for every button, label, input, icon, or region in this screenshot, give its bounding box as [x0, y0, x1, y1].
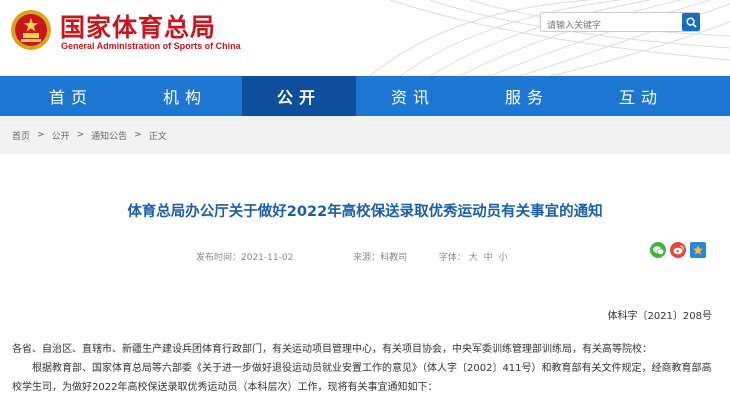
nav-item-services[interactable]: 服务	[470, 76, 584, 116]
breadcrumb: 首页 > 公开 > 通知公告 > 正文	[0, 116, 730, 154]
article-source: 来源：科教司	[353, 253, 408, 263]
search-button[interactable]	[682, 13, 700, 31]
font-size-label: 字体：	[438, 253, 466, 263]
article-meta: 发布时间：2021-11-02 来源：科教司 字体： 大 中 小	[196, 250, 514, 263]
breadcrumb-separator: >	[76, 130, 85, 140]
publish-date: 发布时间：2021-11-02	[196, 253, 294, 263]
site-title[interactable]: 国家体育总局	[60, 8, 216, 44]
breadcrumb-notices[interactable]: 通知公告	[91, 129, 127, 142]
nav-item-interaction[interactable]: 互动	[584, 76, 698, 116]
nav-item-news[interactable]: 资讯	[356, 76, 470, 116]
breadcrumb-public[interactable]: 公开	[52, 129, 70, 142]
font-size-small[interactable]: 小	[499, 253, 508, 263]
breadcrumb-home[interactable]: 首页	[12, 129, 30, 142]
document-number: 体科字〔2021〕208号	[607, 311, 712, 322]
font-size-large[interactable]: 大	[469, 253, 478, 263]
share-bar	[650, 242, 706, 258]
weibo-icon[interactable]	[670, 242, 686, 258]
nav-item-organization[interactable]: 机构	[128, 76, 242, 116]
breadcrumb-current: 正文	[148, 131, 167, 142]
search-box	[540, 12, 700, 35]
wechat-icon[interactable]	[650, 242, 666, 258]
breadcrumb-separator: >	[37, 130, 45, 140]
article-paragraph: 各省、自治区、直辖市、新疆生产建设兵团体育行政部门，有关运动项目管理中心，有关项…	[12, 344, 652, 355]
site-subtitle: General Administration of Sports of Chin…	[61, 41, 241, 51]
article-title: 体育总局办公厅关于做好2022年高校保送录取优秀运动员有关事宜的通知	[127, 204, 603, 220]
qzone-icon[interactable]	[690, 242, 706, 258]
font-size-medium[interactable]: 中	[484, 253, 493, 263]
nav-item-public[interactable]: 公开	[242, 76, 356, 116]
site-header: 国家体育总局 General Administration of Sports …	[0, 0, 730, 76]
search-icon	[685, 16, 697, 28]
nav-item-home[interactable]: 首页	[14, 76, 128, 116]
national-emblem-logo	[11, 10, 51, 50]
breadcrumb-separator: >	[134, 130, 142, 140]
article-body: 各省、自治区、直辖市、新疆生产建设兵团体育行政部门，有关运动项目管理中心，有关项…	[12, 340, 718, 397]
main-nav: 首页 机构 公开 资讯 服务 互动	[0, 76, 730, 116]
article-paragraph: 根据教育部、国家体育总局等六部委《关于进一步做好退役运动员就业安置工作的意见》（…	[12, 363, 712, 393]
search-input[interactable]	[541, 17, 671, 35]
